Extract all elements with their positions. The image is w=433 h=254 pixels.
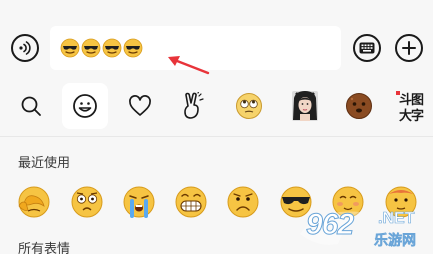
grimace-emoji[interactable] <box>173 184 209 220</box>
tab-gestures[interactable] <box>169 83 215 129</box>
tab-sticker-pack-face[interactable] <box>226 83 272 129</box>
victory-hand-icon <box>184 92 204 119</box>
chat-input-bar <box>0 0 433 77</box>
smiley-face-icon <box>73 94 97 118</box>
plus-icon <box>402 41 416 55</box>
doutu-text-logo: 斗图 大字 <box>396 91 425 123</box>
rolling-eyes-sticker-icon <box>236 93 262 119</box>
tab-doutu[interactable]: 斗图 大字 <box>388 83 433 129</box>
emoji-keyboard-icon <box>359 42 375 54</box>
sunglasses-emoji <box>123 38 143 58</box>
tab-sticker-pack-photo[interactable] <box>282 83 328 129</box>
tab-search[interactable] <box>8 83 54 129</box>
voice-input-button[interactable] <box>11 34 39 62</box>
brown-face-sticker-icon <box>346 93 372 119</box>
all-emoji-section-title: 所有表情 <box>18 241 71 254</box>
watermark-site-name: 乐游网 <box>374 232 417 249</box>
svg-text:斗图: 斗图 <box>399 93 424 108</box>
shocked-emoji[interactable] <box>69 184 105 220</box>
emoji-keyboard-button[interactable] <box>353 34 381 62</box>
tab-sticker-pack-poop[interactable] <box>336 83 382 129</box>
tabs-divider <box>0 136 433 137</box>
frown-emoji[interactable] <box>225 184 261 220</box>
emoji-category-tabs: 斗图 大字 <box>0 78 433 134</box>
crying-emoji[interactable] <box>121 184 157 220</box>
sunglasses-emoji <box>60 38 80 58</box>
watermark-domain: .NET <box>378 210 415 228</box>
sunglasses-emoji <box>81 38 101 58</box>
recent-section-title: 最近使用 <box>18 155 71 170</box>
more-actions-button[interactable] <box>395 34 423 62</box>
sunglasses-emoji <box>102 38 122 58</box>
voice-input-icon <box>19 41 31 55</box>
facepalm-emoji[interactable] <box>16 184 52 220</box>
search-icon <box>21 96 41 116</box>
site-watermark: 962 .NET 乐游网 <box>298 204 428 252</box>
watermark-number: 962 <box>305 208 354 242</box>
heart-icon <box>129 95 151 116</box>
tab-emoji[interactable] <box>62 83 108 129</box>
red-arrow-annotation <box>168 56 210 75</box>
tab-favorites[interactable] <box>117 83 163 129</box>
svg-text:大字: 大字 <box>399 108 424 123</box>
girl-photo-sticker-icon <box>292 91 318 121</box>
